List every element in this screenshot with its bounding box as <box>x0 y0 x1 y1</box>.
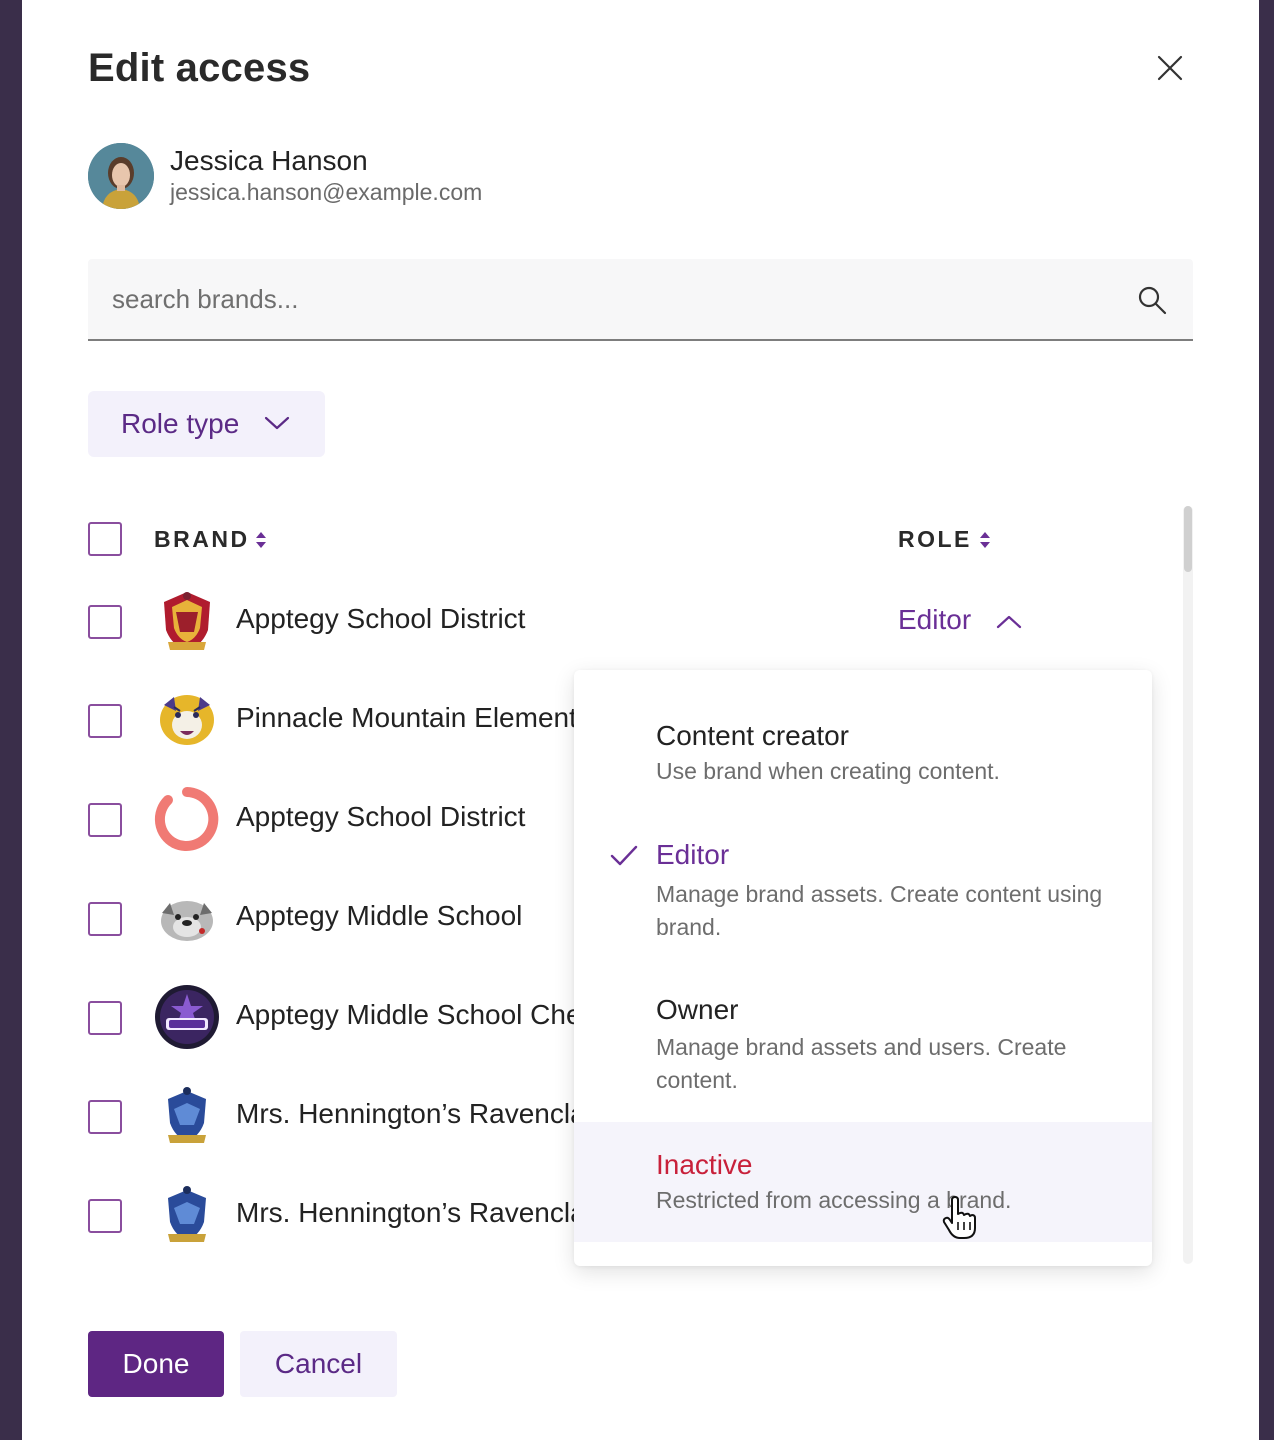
close-icon <box>1157 55 1183 81</box>
role-dropdown-menu: Content creator Use brand when creating … <box>574 670 1152 1266</box>
role-value: Editor <box>898 604 972 635</box>
brand-name: Mrs. Hennington’s Ravenclaw <box>236 1098 576 1129</box>
tiger-logo <box>160 695 214 745</box>
crest-logo <box>164 592 210 650</box>
role-select-toggle[interactable]: Editor <box>898 604 1038 644</box>
chevron-up-icon <box>996 615 1022 629</box>
table-row: Apptegy Middle School Cheer <box>88 985 576 1081</box>
row-checkbox[interactable] <box>88 902 122 936</box>
edit-access-modal: Edit access Jessica Hanson jessica.hanso… <box>22 0 1259 1440</box>
row-checkbox[interactable] <box>88 704 122 738</box>
cheer-logo <box>155 985 219 1049</box>
table-row: Pinnacle Mountain Elementary <box>88 695 576 784</box>
raven-crest-logo <box>168 1186 206 1242</box>
role-option-content-creator[interactable]: Content creator Use brand when creating … <box>574 670 1152 802</box>
row-checkbox[interactable] <box>88 605 122 639</box>
row-checkbox[interactable] <box>88 803 122 837</box>
option-title: Editor <box>656 839 730 870</box>
brand-name: Apptegy School District <box>236 801 526 832</box>
pointer-hand-icon <box>942 1196 976 1239</box>
cancel-button[interactable]: Cancel <box>240 1331 397 1397</box>
option-title: Owner <box>656 994 739 1025</box>
sort-icon[interactable] <box>979 531 991 549</box>
done-button[interactable]: Done <box>88 1331 224 1397</box>
option-description: Manage brand assets. Create content usin… <box>656 881 1103 940</box>
close-button[interactable] <box>1150 48 1190 88</box>
role-option-inactive[interactable]: Inactive Restricted from accessing a bra… <box>574 1122 1152 1242</box>
row-checkbox[interactable] <box>88 1199 122 1233</box>
search-icon[interactable] <box>1137 285 1167 315</box>
option-description: Use brand when creating content. <box>656 758 1000 784</box>
option-title: Content creator <box>656 720 849 751</box>
option-description: Manage brand assets and users. Create co… <box>656 1034 1067 1093</box>
table-row: Mrs. Hennington’s Ravenclaw <box>88 1186 576 1279</box>
bulldog-logo <box>161 901 213 941</box>
table-row: Apptegy Middle School <box>88 900 576 982</box>
role-option-owner[interactable]: Owner Manage brand assets and users. Cre… <box>574 958 1152 1122</box>
role-option-editor[interactable]: Editor Manage brand assets. Create conte… <box>574 802 1152 958</box>
table-row: Apptegy School District <box>88 592 576 685</box>
ring-logo <box>154 787 219 851</box>
table-row: Apptegy School District <box>88 787 576 883</box>
brand-name: Apptegy Middle School Cheer <box>236 999 576 1030</box>
option-description: Restricted from accessing a brand. <box>656 1187 1012 1213</box>
brand-name: Mrs. Hennington’s Ravenclaw <box>236 1197 576 1228</box>
option-title: Inactive <box>656 1149 753 1180</box>
table-row: Mrs. Hennington’s Ravenclaw <box>88 1087 576 1180</box>
brand-name: Apptegy Middle School <box>236 900 523 931</box>
row-checkbox[interactable] <box>88 1100 122 1134</box>
row-checkbox[interactable] <box>88 1001 122 1035</box>
check-icon <box>610 845 638 866</box>
scrollbar-track[interactable] <box>1183 506 1193 1264</box>
brand-name: Apptegy School District <box>236 603 526 634</box>
column-header-role[interactable]: ROLE <box>898 526 972 553</box>
raven-crest-logo <box>168 1087 206 1143</box>
brand-list: Apptegy School District Pinnacle Mountai… <box>22 0 576 1300</box>
scrollbar-thumb[interactable] <box>1184 506 1192 572</box>
brand-name: Pinnacle Mountain Elementary <box>236 702 576 733</box>
